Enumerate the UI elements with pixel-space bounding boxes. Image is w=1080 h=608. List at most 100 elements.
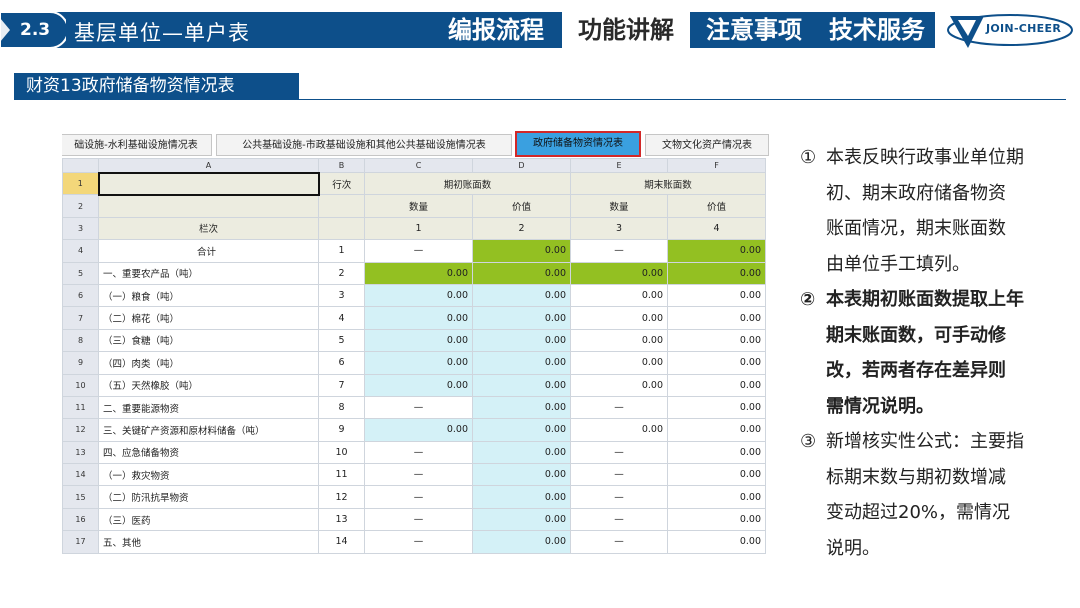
value-cell[interactable]: 0.00 bbox=[364, 351, 473, 375]
value-cell[interactable]: 0.00 bbox=[570, 418, 668, 442]
value-cell[interactable]: 0.00 bbox=[472, 328, 571, 353]
row-number[interactable]: 5 bbox=[62, 261, 99, 285]
column-letter[interactable]: F bbox=[667, 158, 766, 173]
column-letter[interactable]: B bbox=[318, 158, 365, 173]
column-letter-row: A B C D E F bbox=[62, 158, 766, 173]
value-cell[interactable]: 0.00 bbox=[364, 261, 473, 285]
sheet-tab-government-reserves[interactable]: 政府储备物资情况表 bbox=[515, 131, 641, 157]
value-cell[interactable]: — bbox=[364, 395, 473, 420]
value-cell[interactable]: 0.00 bbox=[472, 507, 571, 532]
value-cell[interactable]: 0.00 bbox=[667, 283, 766, 308]
row-number[interactable]: 1 bbox=[62, 171, 99, 196]
value-cell[interactable]: — bbox=[570, 507, 668, 532]
row-number[interactable]: 4 bbox=[62, 239, 99, 263]
header-row-1: 1 行次 期初账面数 期末账面数 bbox=[62, 171, 766, 196]
value-cell[interactable]: 0.00 bbox=[667, 440, 766, 465]
value-cell[interactable]: 0.00 bbox=[570, 328, 668, 353]
value-cell[interactable]: 0.00 bbox=[472, 418, 571, 442]
row-number[interactable]: 2 bbox=[62, 194, 99, 218]
value-cell[interactable]: 0.00 bbox=[667, 239, 766, 263]
row-number[interactable]: 11 bbox=[62, 395, 99, 420]
column-letter[interactable]: D bbox=[472, 158, 571, 173]
value-cell[interactable]: 0.00 bbox=[472, 395, 571, 420]
header-value: 价值 bbox=[472, 194, 571, 218]
value-cell[interactable]: 0.00 bbox=[472, 306, 571, 330]
value-cell[interactable]: 0.00 bbox=[472, 373, 571, 397]
value-cell[interactable]: — bbox=[364, 507, 473, 532]
company-logo: JOIN-CHEER bbox=[944, 8, 1074, 52]
value-cell[interactable]: 0.00 bbox=[570, 351, 668, 375]
table-row: 13 四、应急储备物资 10—0.00—0.00 bbox=[62, 440, 766, 465]
row-number[interactable]: 12 bbox=[62, 418, 99, 442]
value-cell[interactable]: 0.00 bbox=[667, 306, 766, 330]
value-cell[interactable]: — bbox=[364, 440, 473, 465]
value-cell[interactable]: — bbox=[364, 463, 473, 487]
row-number[interactable]: 15 bbox=[62, 485, 99, 509]
corner-cell bbox=[62, 158, 99, 173]
value-cell[interactable]: — bbox=[364, 239, 473, 263]
value-cell[interactable]: 0.00 bbox=[364, 283, 473, 308]
value-cell[interactable]: 0.00 bbox=[667, 328, 766, 353]
row-number[interactable]: 17 bbox=[62, 530, 99, 554]
note-text: 本表反映行政事业单位期 初、期末政府储备物资 账面情况，期末账面数 由单位手工填… bbox=[826, 140, 1062, 282]
value-cell[interactable]: — bbox=[570, 463, 668, 487]
row-number[interactable]: 16 bbox=[62, 507, 99, 532]
sheet-tab-water-infrastructure[interactable]: 础设施-水利基础设施情况表 bbox=[62, 134, 212, 156]
value-cell[interactable]: 0.00 bbox=[364, 328, 473, 353]
nav-tab-process[interactable]: 编报流程 bbox=[436, 12, 556, 48]
header-column-index: 4 bbox=[667, 216, 766, 241]
value-cell[interactable]: 0.00 bbox=[472, 283, 571, 308]
sheet-tab-cultural-assets[interactable]: 文物文化资产情况表 bbox=[645, 134, 769, 156]
value-cell[interactable]: 0.00 bbox=[667, 373, 766, 397]
nav-tab-support[interactable]: 技术服务 bbox=[818, 12, 936, 48]
row-number[interactable]: 10 bbox=[62, 373, 99, 397]
value-cell[interactable]: 0.00 bbox=[667, 395, 766, 420]
value-cell[interactable]: 0.00 bbox=[472, 485, 571, 509]
value-cell[interactable]: 0.00 bbox=[472, 239, 571, 263]
value-cell[interactable]: 0.00 bbox=[667, 530, 766, 554]
value-cell[interactable]: 0.00 bbox=[570, 261, 668, 285]
value-cell[interactable]: 0.00 bbox=[667, 507, 766, 532]
value-cell[interactable]: 0.00 bbox=[364, 306, 473, 330]
row-number[interactable]: 6 bbox=[62, 283, 99, 308]
value-cell[interactable]: 0.00 bbox=[472, 261, 571, 285]
value-cell[interactable]: 0.00 bbox=[667, 261, 766, 285]
row-number[interactable]: 13 bbox=[62, 440, 99, 465]
value-cell[interactable]: 0.00 bbox=[472, 351, 571, 375]
row-line-number: 7 bbox=[318, 373, 365, 397]
section-subtitle: 财资13政府储备物资情况表 bbox=[14, 73, 299, 100]
value-cell[interactable]: 0.00 bbox=[472, 530, 571, 554]
column-letter[interactable]: A bbox=[98, 158, 319, 173]
column-letter[interactable]: C bbox=[364, 158, 473, 173]
value-cell[interactable]: — bbox=[570, 530, 668, 554]
value-cell[interactable]: — bbox=[570, 395, 668, 420]
note-item: ③ 新增核实性公式：主要指 标期末数与期初数增减 变动超过20%，需情况 说明。 bbox=[800, 424, 1062, 566]
header-blank bbox=[98, 194, 319, 218]
value-cell[interactable]: 0.00 bbox=[472, 463, 571, 487]
row-number[interactable]: 14 bbox=[62, 463, 99, 487]
sheet-tab-municipal-infrastructure[interactable]: 公共基础设施-市政基础设施和其他公共基础设施情况表 bbox=[216, 134, 512, 156]
value-cell[interactable]: — bbox=[364, 530, 473, 554]
value-cell[interactable]: 0.00 bbox=[570, 306, 668, 330]
column-letter[interactable]: E bbox=[570, 158, 668, 173]
nav-tab-features[interactable]: 功能讲解 bbox=[562, 12, 690, 48]
nav-tab-notes[interactable]: 注意事项 bbox=[694, 12, 814, 48]
value-cell[interactable]: 0.00 bbox=[364, 418, 473, 442]
row-number[interactable]: 7 bbox=[62, 306, 99, 330]
value-cell[interactable]: 0.00 bbox=[570, 373, 668, 397]
value-cell[interactable]: 0.00 bbox=[667, 485, 766, 509]
selected-cell[interactable] bbox=[97, 171, 320, 196]
value-cell[interactable]: — bbox=[570, 440, 668, 465]
value-cell[interactable]: — bbox=[570, 239, 668, 263]
value-cell[interactable]: 0.00 bbox=[667, 463, 766, 487]
value-cell[interactable]: — bbox=[364, 485, 473, 509]
value-cell[interactable]: 0.00 bbox=[570, 283, 668, 308]
row-number[interactable]: 9 bbox=[62, 351, 99, 375]
value-cell[interactable]: 0.00 bbox=[667, 418, 766, 442]
value-cell[interactable]: 0.00 bbox=[667, 351, 766, 375]
value-cell[interactable]: 0.00 bbox=[364, 373, 473, 397]
value-cell[interactable]: — bbox=[570, 485, 668, 509]
row-number[interactable]: 8 bbox=[62, 328, 99, 353]
value-cell[interactable]: 0.00 bbox=[472, 440, 571, 465]
row-number[interactable]: 3 bbox=[62, 216, 99, 241]
